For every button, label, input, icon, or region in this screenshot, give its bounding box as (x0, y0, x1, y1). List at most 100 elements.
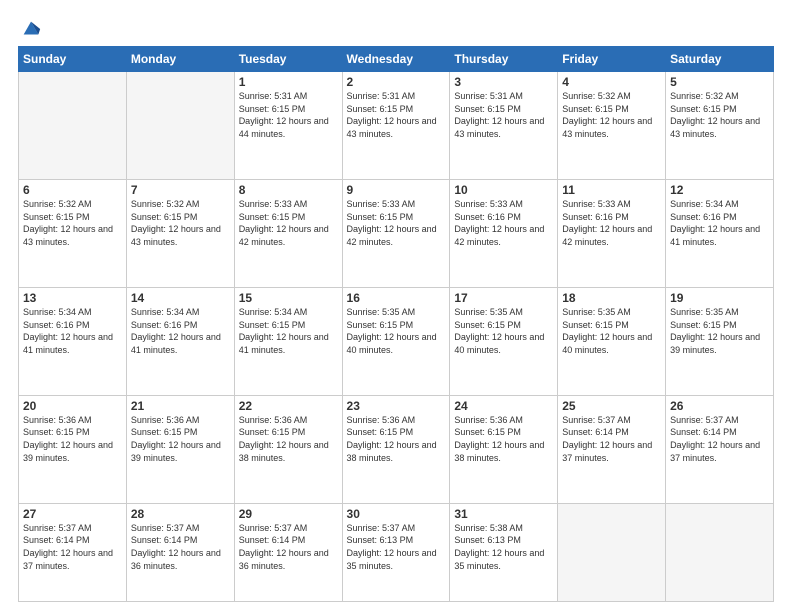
day-info: Sunrise: 5:32 AMSunset: 6:15 PMDaylight:… (23, 198, 122, 248)
week-row-2: 6Sunrise: 5:32 AMSunset: 6:15 PMDaylight… (19, 179, 774, 287)
calendar-cell (558, 503, 666, 601)
day-number: 25 (562, 399, 661, 413)
calendar-cell: 17Sunrise: 5:35 AMSunset: 6:15 PMDayligh… (450, 287, 558, 395)
day-number: 2 (347, 75, 446, 89)
calendar-cell: 1Sunrise: 5:31 AMSunset: 6:15 PMDaylight… (234, 72, 342, 180)
week-row-3: 13Sunrise: 5:34 AMSunset: 6:16 PMDayligh… (19, 287, 774, 395)
calendar-cell: 4Sunrise: 5:32 AMSunset: 6:15 PMDaylight… (558, 72, 666, 180)
day-info: Sunrise: 5:37 AMSunset: 6:13 PMDaylight:… (347, 522, 446, 572)
weekday-header-sunday: Sunday (19, 47, 127, 72)
calendar-cell: 5Sunrise: 5:32 AMSunset: 6:15 PMDaylight… (666, 72, 774, 180)
day-info: Sunrise: 5:32 AMSunset: 6:15 PMDaylight:… (131, 198, 230, 248)
calendar-cell: 15Sunrise: 5:34 AMSunset: 6:15 PMDayligh… (234, 287, 342, 395)
day-number: 13 (23, 291, 122, 305)
day-number: 12 (670, 183, 769, 197)
day-number: 3 (454, 75, 553, 89)
day-number: 6 (23, 183, 122, 197)
day-number: 20 (23, 399, 122, 413)
day-info: Sunrise: 5:33 AMSunset: 6:16 PMDaylight:… (562, 198, 661, 248)
calendar-cell (19, 72, 127, 180)
calendar-cell: 9Sunrise: 5:33 AMSunset: 6:15 PMDaylight… (342, 179, 450, 287)
weekday-header-tuesday: Tuesday (234, 47, 342, 72)
day-info: Sunrise: 5:31 AMSunset: 6:15 PMDaylight:… (347, 90, 446, 140)
calendar-cell: 29Sunrise: 5:37 AMSunset: 6:14 PMDayligh… (234, 503, 342, 601)
weekday-header-wednesday: Wednesday (342, 47, 450, 72)
header (18, 18, 774, 40)
day-number: 9 (347, 183, 446, 197)
calendar-cell: 6Sunrise: 5:32 AMSunset: 6:15 PMDaylight… (19, 179, 127, 287)
calendar-cell: 26Sunrise: 5:37 AMSunset: 6:14 PMDayligh… (666, 395, 774, 503)
day-number: 14 (131, 291, 230, 305)
calendar-cell: 30Sunrise: 5:37 AMSunset: 6:13 PMDayligh… (342, 503, 450, 601)
day-info: Sunrise: 5:34 AMSunset: 6:16 PMDaylight:… (131, 306, 230, 356)
day-info: Sunrise: 5:32 AMSunset: 6:15 PMDaylight:… (670, 90, 769, 140)
calendar-cell: 23Sunrise: 5:36 AMSunset: 6:15 PMDayligh… (342, 395, 450, 503)
day-info: Sunrise: 5:35 AMSunset: 6:15 PMDaylight:… (670, 306, 769, 356)
day-number: 29 (239, 507, 338, 521)
calendar-cell: 18Sunrise: 5:35 AMSunset: 6:15 PMDayligh… (558, 287, 666, 395)
day-number: 8 (239, 183, 338, 197)
calendar-cell: 19Sunrise: 5:35 AMSunset: 6:15 PMDayligh… (666, 287, 774, 395)
day-info: Sunrise: 5:36 AMSunset: 6:15 PMDaylight:… (239, 414, 338, 464)
day-info: Sunrise: 5:34 AMSunset: 6:16 PMDaylight:… (23, 306, 122, 356)
logo-icon (20, 18, 42, 40)
day-info: Sunrise: 5:31 AMSunset: 6:15 PMDaylight:… (239, 90, 338, 140)
day-info: Sunrise: 5:37 AMSunset: 6:14 PMDaylight:… (131, 522, 230, 572)
calendar-cell: 14Sunrise: 5:34 AMSunset: 6:16 PMDayligh… (126, 287, 234, 395)
day-info: Sunrise: 5:36 AMSunset: 6:15 PMDaylight:… (347, 414, 446, 464)
calendar-cell: 12Sunrise: 5:34 AMSunset: 6:16 PMDayligh… (666, 179, 774, 287)
day-number: 23 (347, 399, 446, 413)
day-number: 19 (670, 291, 769, 305)
day-info: Sunrise: 5:35 AMSunset: 6:15 PMDaylight:… (347, 306, 446, 356)
calendar-cell: 31Sunrise: 5:38 AMSunset: 6:13 PMDayligh… (450, 503, 558, 601)
calendar-cell: 20Sunrise: 5:36 AMSunset: 6:15 PMDayligh… (19, 395, 127, 503)
calendar-body: 1Sunrise: 5:31 AMSunset: 6:15 PMDaylight… (19, 72, 774, 602)
calendar-cell (666, 503, 774, 601)
calendar-cell: 22Sunrise: 5:36 AMSunset: 6:15 PMDayligh… (234, 395, 342, 503)
day-info: Sunrise: 5:33 AMSunset: 6:15 PMDaylight:… (347, 198, 446, 248)
day-number: 26 (670, 399, 769, 413)
calendar-cell: 21Sunrise: 5:36 AMSunset: 6:15 PMDayligh… (126, 395, 234, 503)
logo (18, 18, 42, 40)
page: SundayMondayTuesdayWednesdayThursdayFrid… (0, 0, 792, 612)
day-info: Sunrise: 5:38 AMSunset: 6:13 PMDaylight:… (454, 522, 553, 572)
day-info: Sunrise: 5:35 AMSunset: 6:15 PMDaylight:… (454, 306, 553, 356)
day-number: 5 (670, 75, 769, 89)
day-number: 10 (454, 183, 553, 197)
day-number: 21 (131, 399, 230, 413)
day-number: 28 (131, 507, 230, 521)
day-info: Sunrise: 5:37 AMSunset: 6:14 PMDaylight:… (562, 414, 661, 464)
week-row-4: 20Sunrise: 5:36 AMSunset: 6:15 PMDayligh… (19, 395, 774, 503)
weekday-header-friday: Friday (558, 47, 666, 72)
calendar-cell (126, 72, 234, 180)
week-row-5: 27Sunrise: 5:37 AMSunset: 6:14 PMDayligh… (19, 503, 774, 601)
calendar-cell: 13Sunrise: 5:34 AMSunset: 6:16 PMDayligh… (19, 287, 127, 395)
calendar-cell: 2Sunrise: 5:31 AMSunset: 6:15 PMDaylight… (342, 72, 450, 180)
day-info: Sunrise: 5:33 AMSunset: 6:16 PMDaylight:… (454, 198, 553, 248)
day-info: Sunrise: 5:32 AMSunset: 6:15 PMDaylight:… (562, 90, 661, 140)
calendar-cell: 16Sunrise: 5:35 AMSunset: 6:15 PMDayligh… (342, 287, 450, 395)
day-number: 22 (239, 399, 338, 413)
calendar-cell: 7Sunrise: 5:32 AMSunset: 6:15 PMDaylight… (126, 179, 234, 287)
day-number: 18 (562, 291, 661, 305)
calendar-cell: 3Sunrise: 5:31 AMSunset: 6:15 PMDaylight… (450, 72, 558, 180)
day-info: Sunrise: 5:36 AMSunset: 6:15 PMDaylight:… (454, 414, 553, 464)
day-info: Sunrise: 5:31 AMSunset: 6:15 PMDaylight:… (454, 90, 553, 140)
day-number: 1 (239, 75, 338, 89)
day-number: 11 (562, 183, 661, 197)
day-info: Sunrise: 5:33 AMSunset: 6:15 PMDaylight:… (239, 198, 338, 248)
day-info: Sunrise: 5:37 AMSunset: 6:14 PMDaylight:… (239, 522, 338, 572)
calendar-cell: 25Sunrise: 5:37 AMSunset: 6:14 PMDayligh… (558, 395, 666, 503)
weekday-header-thursday: Thursday (450, 47, 558, 72)
day-info: Sunrise: 5:37 AMSunset: 6:14 PMDaylight:… (670, 414, 769, 464)
calendar: SundayMondayTuesdayWednesdayThursdayFrid… (18, 46, 774, 602)
weekday-header: SundayMondayTuesdayWednesdayThursdayFrid… (19, 47, 774, 72)
day-info: Sunrise: 5:36 AMSunset: 6:15 PMDaylight:… (23, 414, 122, 464)
day-info: Sunrise: 5:36 AMSunset: 6:15 PMDaylight:… (131, 414, 230, 464)
weekday-header-monday: Monday (126, 47, 234, 72)
day-info: Sunrise: 5:37 AMSunset: 6:14 PMDaylight:… (23, 522, 122, 572)
day-number: 15 (239, 291, 338, 305)
weekday-header-saturday: Saturday (666, 47, 774, 72)
day-number: 31 (454, 507, 553, 521)
calendar-cell: 8Sunrise: 5:33 AMSunset: 6:15 PMDaylight… (234, 179, 342, 287)
